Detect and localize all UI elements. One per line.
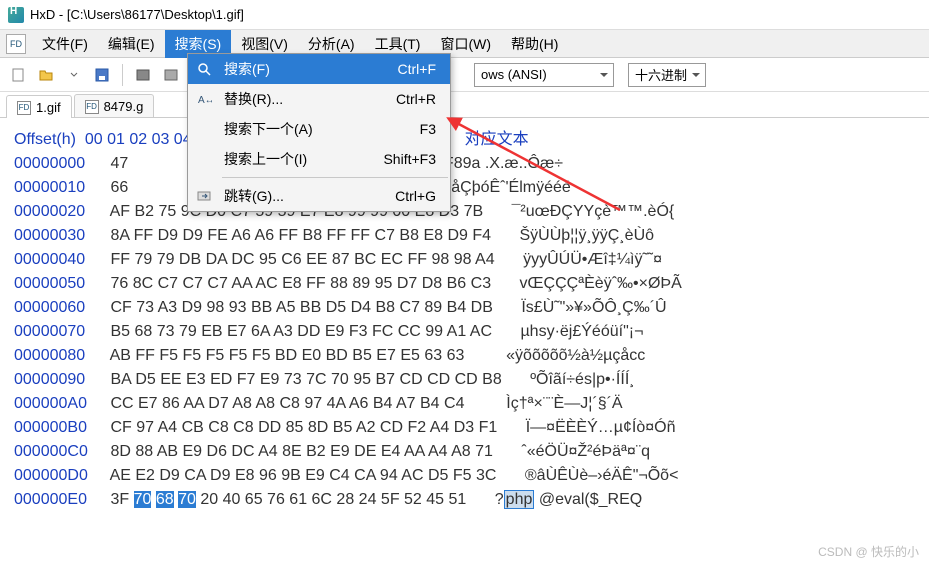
hex-row[interactable]: 000000C0 8D 88 AB E9 D6 DC A4 8E B2 E9 D… [14, 440, 915, 464]
hex-row[interactable]: 00000000 47 02 E6 7F 00 D4 E6 F7 GIF89a … [14, 152, 915, 176]
tabbar: FD1.gifFD8479.g [0, 92, 929, 118]
file-icon: FD [17, 101, 31, 115]
hex-row[interactable]: 00000050 76 8C C7 C7 C7 AA AC E8 FF 88 8… [14, 272, 915, 296]
menu-accel: F3 [420, 121, 450, 137]
svg-text:A↔B: A↔B [198, 95, 212, 106]
titlebar: HxD - [C:\Users\86177\Desktop\1.gif] [0, 0, 929, 30]
menu-item-跳转(G)...[interactable]: 跳转(G)...Ctrl+G [188, 181, 450, 211]
hex-header: Offset(h) 00 01 02 03 04 05 06 07 08 09 … [14, 128, 915, 152]
toolbar-separator [122, 64, 123, 86]
hex-row[interactable]: 000000D0 AE E2 D9 CA D9 E8 96 9B E9 C4 C… [14, 464, 915, 488]
menu-label: 替换(R)... [220, 89, 396, 109]
hex-row[interactable]: 00000030 8A FF D9 D9 FE A6 A6 FF B8 FF F… [14, 224, 915, 248]
tool-icon-1[interactable] [131, 63, 155, 87]
window-title: HxD - [C:\Users\86177\Desktop\1.gif] [30, 7, 244, 22]
menu-label: 搜索(F) [220, 59, 398, 79]
dropdown-arrow-icon[interactable] [62, 63, 86, 87]
encoding-combo[interactable]: ows (ANSI) [474, 63, 614, 87]
menu-label: 跳转(G)... [220, 186, 395, 206]
hex-view[interactable]: Offset(h) 00 01 02 03 04 05 06 07 08 09 … [0, 118, 929, 522]
app-icon [8, 7, 24, 23]
menu-item-替换(R)...[interactable]: A↔B 替换(R)...Ctrl+R [188, 84, 450, 114]
tab-1.gif[interactable]: FD1.gif [6, 95, 72, 118]
app-logo-icon: FD [6, 34, 26, 54]
menu-accel: Shift+F3 [383, 151, 450, 167]
search-menu-dropdown: 搜索(F)Ctrl+FA↔B替换(R)...Ctrl+R搜索下一个(A)F3搜索… [187, 53, 451, 212]
hex-row[interactable]: 00000090 BA D5 EE E3 ED F7 E9 73 7C 70 9… [14, 368, 915, 392]
search-icon [188, 61, 220, 77]
menu-label: 搜索上一个(I) [220, 149, 383, 169]
toolbar: ows (ANSI) 十六进制 [0, 58, 929, 92]
menu-文件(F)[interactable]: 文件(F) [32, 30, 98, 58]
tool-icon-2[interactable] [159, 63, 183, 87]
menubar: FD 文件(F)编辑(E)搜索(S)视图(V)分析(A)工具(T)窗口(W)帮助… [0, 30, 929, 58]
hex-row[interactable]: 00000040 FF 79 79 DB DA DC 95 C6 EE 87 B… [14, 248, 915, 272]
hex-row[interactable]: 00000060 CF 73 A3 D9 98 93 BB A5 BB D5 D… [14, 296, 915, 320]
menu-label: 搜索下一个(A) [220, 119, 420, 139]
menu-item-搜索上一个(I)[interactable]: 搜索上一个(I)Shift+F3 [188, 144, 450, 174]
file-icon: FD [85, 100, 99, 114]
hex-row[interactable]: 000000A0 CC E7 86 AA D7 A8 A8 C8 97 4A A… [14, 392, 915, 416]
encoding-value: ows (ANSI) [481, 67, 547, 82]
save-icon[interactable] [90, 63, 114, 87]
menu-accel: Ctrl+R [396, 91, 450, 107]
hex-row[interactable]: 00000070 B5 68 73 79 EB E7 6A A3 DD E9 F… [14, 320, 915, 344]
replace-icon: A↔B [188, 91, 220, 107]
new-file-icon[interactable] [6, 63, 30, 87]
hex-row[interactable]: 00000010 66 C9 6C 6D FF E9 E9 C9 f©åÇþóÊ… [14, 176, 915, 200]
menu-accel: Ctrl+F [398, 61, 451, 77]
hex-row[interactable]: 00000080 AB FF F5 F5 F5 F5 F5 BD E0 BD B… [14, 344, 915, 368]
numbase-combo[interactable]: 十六进制 [628, 63, 706, 87]
menu-编辑(E)[interactable]: 编辑(E) [98, 30, 165, 58]
menu-item-搜索下一个(A)[interactable]: 搜索下一个(A)F3 [188, 114, 450, 144]
hex-row[interactable]: 00000020 AF B2 75 9C D0 C7 59 59 E7 E8 9… [14, 200, 915, 224]
numbase-value: 十六进制 [635, 65, 687, 84]
hex-row[interactable]: 000000E0 3F 70 68 70 20 40 65 76 61 6C 2… [14, 488, 915, 512]
menu-accel: Ctrl+G [395, 188, 450, 204]
hex-row[interactable]: 000000B0 CF 97 A4 CB C8 C8 DD 85 8D B5 A… [14, 416, 915, 440]
watermark: CSDN @ 快乐的小 [818, 543, 919, 560]
open-file-icon[interactable] [34, 63, 58, 87]
goto-icon [188, 188, 220, 204]
menu-帮助(H)[interactable]: 帮助(H) [501, 30, 568, 58]
menu-item-搜索(F)[interactable]: 搜索(F)Ctrl+F [188, 54, 450, 84]
menu-separator [222, 177, 448, 178]
tab-8479.g[interactable]: FD8479.g [74, 94, 155, 117]
